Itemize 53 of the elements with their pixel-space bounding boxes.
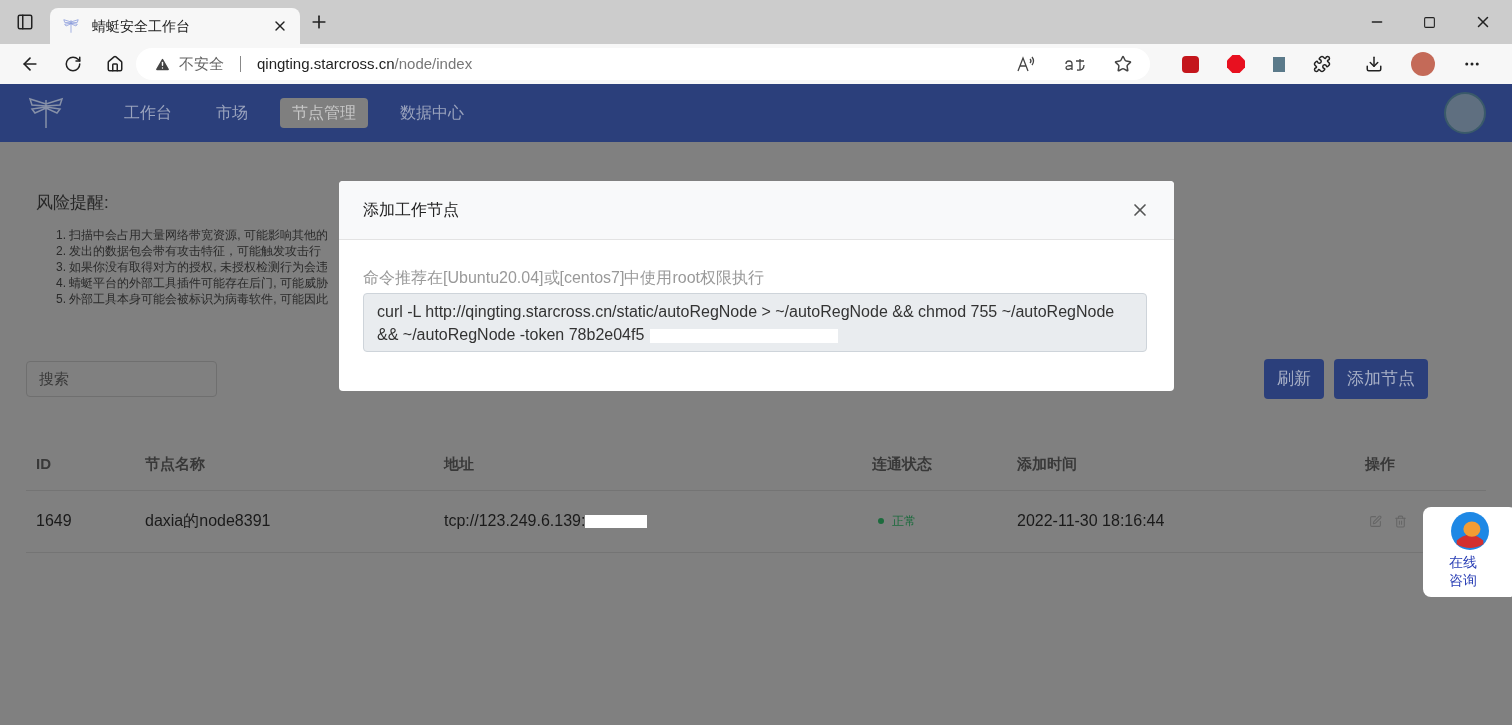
action-button[interactable]: 刷新 (1264, 358, 1324, 399)
action-button[interactable]: 添加节点 (1334, 358, 1428, 399)
mascot-icon (1451, 512, 1489, 550)
maximize-icon[interactable] (1423, 15, 1436, 29)
command-hint: 命令推荐在[Ubuntu20.04]或[centos7]中使用root权限执行 (363, 268, 766, 288)
redaction-mark (585, 514, 648, 528)
chat-label: 在线咨询 (1449, 553, 1477, 589)
nav-tab[interactable]: 数据中心 (388, 98, 476, 128)
command-field[interactable]: curl -L http://qingting.starcross.cn/static/autoRegNode > ~/autoRegNode && chmod 755 ~/autoRegNode && ~/autoRegNode -token 78b2e04f5 (363, 293, 1147, 352)
risk-item: 1. 扫描中会占用大量网络带宽资源, 可能影响其他的 (56, 227, 328, 243)
add-favorite-icon[interactable] (1114, 55, 1132, 73)
chat-widget[interactable]: 在线咨询 (1423, 507, 1512, 597)
tab-actions-icon[interactable] (16, 13, 34, 31)
reload-icon[interactable] (64, 55, 82, 73)
table-cell-text: tcp://123.249.6.139: (444, 511, 586, 531)
search-field[interactable]: 搜索 (26, 360, 217, 397)
table-cell: 2022-11-30 18:16:44 (1017, 512, 1165, 529)
home-icon[interactable] (106, 55, 124, 73)
tab-title: 蜻蜓安全工作台 (92, 16, 191, 36)
table-cell: 1649 (36, 512, 72, 529)
risk-item: 3. 如果你没有取得对方的授权, 未授权检测行为会违 (56, 259, 328, 275)
column-header: 操作 (1365, 455, 1395, 472)
warning-icon (154, 55, 171, 73)
risk-item: 4. 蜻蜓平台的外部工具插件可能存在后门, 可能威胁 (56, 275, 328, 291)
browser-tab[interactable]: 蜻蜓安全工作台 (50, 8, 300, 44)
profile-avatar[interactable] (1411, 52, 1435, 76)
column-header: 连通状态 (872, 455, 932, 472)
dialog-title: 添加工作节点 (363, 200, 460, 220)
column-header: 添加时间 (1017, 455, 1077, 472)
status-label: 正常 (892, 513, 916, 530)
url-text: qingting.starcross.cn/node/index (257, 53, 473, 74)
column-header: 地址 (444, 455, 474, 472)
extensions-icon[interactable] (1313, 55, 1331, 73)
risk-title: 风险提醒: (36, 192, 109, 214)
read-aloud-icon[interactable] (1016, 55, 1036, 73)
table-cell: daxia的node8391 (145, 512, 271, 529)
risk-item: 5. 外部工具本身可能会被标识为病毒软件, 可能因此 (56, 291, 328, 307)
separator (240, 56, 241, 72)
download-icon[interactable] (1365, 55, 1383, 73)
extension-icon[interactable] (1182, 55, 1199, 73)
nav-tab[interactable]: 工作台 (112, 98, 184, 128)
column-header: ID (36, 455, 51, 472)
risk-item: 2. 发出的数据包会带有攻击特征，可能触发攻击行 (56, 243, 322, 259)
address-bar[interactable]: 不安全 qingting.starcross.cn/node/index (136, 48, 1150, 80)
adblock-icon[interactable] (1227, 55, 1245, 73)
column-header: 节点名称 (145, 455, 205, 472)
tab-favicon-icon (62, 18, 80, 34)
security-label: 不安全 (179, 53, 224, 74)
nav-tab[interactable]: 市场 (204, 98, 260, 128)
extension-icon[interactable] (1273, 56, 1285, 72)
translate-icon[interactable] (1064, 56, 1086, 72)
logo-icon (26, 96, 66, 130)
nav-tab[interactable]: 节点管理 (280, 98, 368, 128)
